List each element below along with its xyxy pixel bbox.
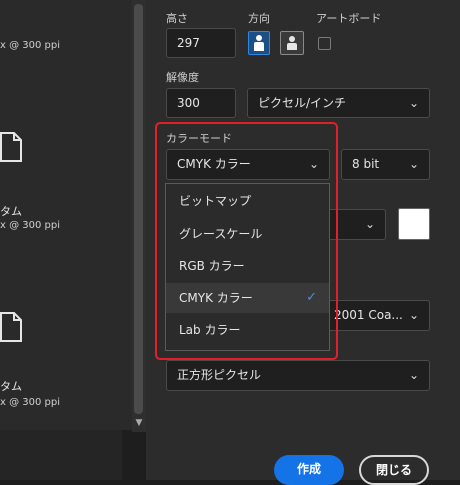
background-contents-select[interactable]: ⌄: [330, 209, 386, 240]
height-input[interactable]: 297: [166, 28, 236, 58]
resolution-input[interactable]: 300: [166, 88, 236, 118]
color-profile-select[interactable]: 2001 Coa... ⌄: [330, 300, 430, 331]
bit-depth-select[interactable]: 8 bit ⌄: [341, 149, 430, 180]
document-icon: [0, 312, 22, 342]
pixel-aspect-select[interactable]: 正方形ピクセル ⌄: [166, 360, 430, 391]
portrait-icon: [254, 35, 264, 51]
resolution-label: 解像度: [166, 71, 199, 84]
highlight-box: [155, 122, 338, 360]
chevron-down-icon: ⌄: [408, 157, 419, 171]
resolution-unit-value: ピクセル/インチ: [258, 96, 347, 110]
artboard-checkbox[interactable]: [318, 37, 331, 50]
close-button[interactable]: 閉じる: [359, 455, 429, 485]
background-color-swatch[interactable]: [398, 208, 430, 240]
landscape-icon: [287, 36, 297, 50]
orientation-label: 方向: [248, 12, 270, 25]
chevron-down-icon: ⌄: [408, 308, 419, 322]
color-profile-value: 2001 Coa...: [334, 308, 403, 322]
preset-list: x @ 300 ppi タム x @ 300 ppi タム x @ 300 pp…: [0, 0, 132, 430]
bit-depth-value: 8 bit: [352, 157, 380, 171]
left-footer: [0, 430, 122, 480]
chevron-down-icon: ⌄: [364, 217, 375, 231]
preset-name[interactable]: タム: [0, 378, 22, 394]
pixel-aspect-value: 正方形ピクセル: [177, 368, 262, 382]
preset-size: x @ 300 ppi: [0, 40, 61, 51]
preset-name[interactable]: タム: [0, 203, 22, 219]
chevron-down-icon: ⌄: [408, 368, 419, 382]
scrollbar-thumb[interactable]: [134, 4, 143, 414]
document-icon: [0, 132, 22, 162]
portrait-button[interactable]: [248, 31, 270, 55]
preset-size: x @ 300 ppi: [0, 220, 61, 231]
preset-size: x @ 300 ppi: [0, 397, 61, 408]
resolution-unit-select[interactable]: ピクセル/インチ ⌄: [247, 88, 430, 118]
height-label: 高さ: [166, 12, 188, 25]
scroll-down-icon[interactable]: ▼: [134, 418, 144, 428]
artboard-label: アートボード: [316, 12, 382, 25]
create-button[interactable]: 作成: [274, 455, 344, 485]
landscape-button[interactable]: [280, 31, 304, 55]
chevron-down-icon: ⌄: [408, 96, 419, 110]
